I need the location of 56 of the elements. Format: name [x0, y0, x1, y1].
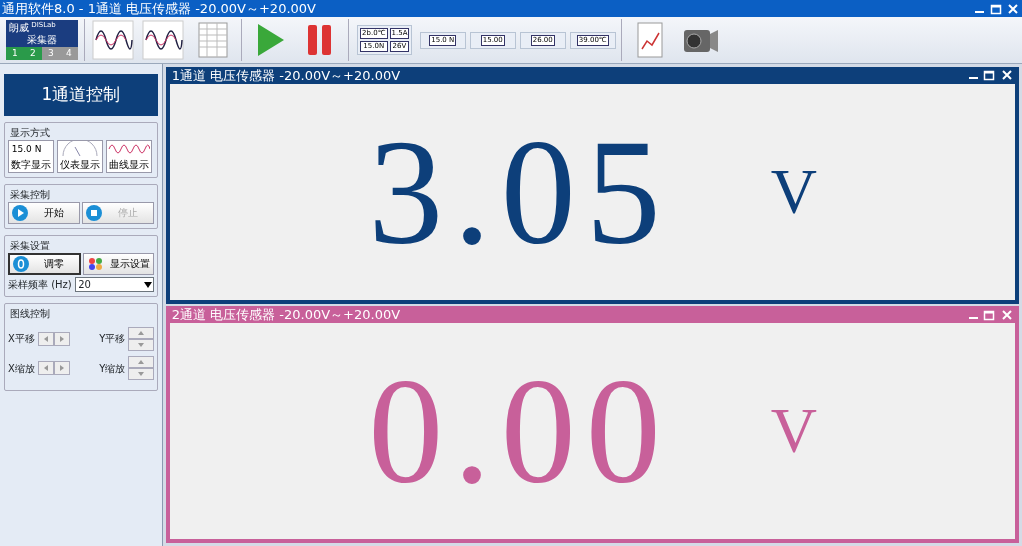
- settings-button[interactable]: 调零: [8, 252, 81, 275]
- channel-indicator: 4: [59, 46, 78, 60]
- group-title: 采集控制: [8, 186, 52, 202]
- group-title: 显示方式: [8, 124, 52, 140]
- digital-preview: 15.0 N: [10, 142, 43, 156]
- window-title: 通用软件8.0 - 1通道 电压传感器 -20.00V～+20.00V: [2, 0, 316, 17]
- left-arrow-button-icon: [37, 331, 54, 346]
- settings-button[interactable]: 显示设置: [83, 252, 154, 275]
- display-mode-button[interactable]: 曲线显示: [105, 139, 152, 173]
- play-icon: [12, 204, 28, 221]
- maximize-icon: [983, 69, 995, 82]
- close-icon: [1000, 308, 1013, 321]
- waveform-icon: [141, 20, 184, 60]
- close-icon: [1007, 2, 1020, 15]
- channel-indicator: 2: [23, 46, 42, 60]
- panel-title: 2通道 电压传感器 -20.00V～+20.00V: [171, 306, 401, 324]
- down-arrow-button-icon: [128, 368, 154, 381]
- panel-title: 1通道控制: [4, 74, 158, 116]
- minimize-icon: [968, 316, 978, 319]
- group-title: 图线控制: [8, 306, 52, 322]
- waveform-icon: [91, 20, 134, 60]
- display-mode-button[interactable]: 15.0 N 数字显示: [8, 139, 54, 173]
- axis-label: X缩放: [8, 361, 35, 376]
- report-icon: [634, 21, 665, 59]
- maximize-icon: [983, 308, 995, 321]
- group-title: 采集设置: [8, 237, 52, 253]
- dropdown-arrow-icon: [143, 280, 153, 289]
- minimize-icon: [968, 77, 978, 80]
- left-arrow-button-icon: [37, 361, 54, 376]
- up-arrow-button-icon: [128, 326, 154, 339]
- channel-indicator: 1: [5, 46, 24, 60]
- unit-label: V: [770, 399, 817, 464]
- close-icon: [1000, 69, 1013, 82]
- device-label: 采集器: [25, 35, 58, 45]
- axis-label: Y缩放: [99, 361, 126, 376]
- unit-label: V: [770, 159, 817, 224]
- panel-title: 1通道 电压传感器 -20.00V～+20.00V: [171, 66, 401, 84]
- minimize-icon: [975, 10, 985, 13]
- axis-label: X平移: [8, 332, 35, 347]
- reading-value: 3.05: [368, 116, 671, 267]
- display-mode-button[interactable]: 仪表显示: [56, 139, 103, 173]
- maximize-icon: [989, 2, 1002, 15]
- acquisition-button[interactable]: 开始: [8, 201, 80, 224]
- zero-icon: [13, 255, 29, 272]
- channel-indicator: 3: [41, 46, 60, 60]
- stop-icon: [86, 204, 103, 221]
- table-icon: [196, 21, 229, 59]
- down-arrow-button-icon: [128, 338, 154, 351]
- axis-label: Y平移: [99, 332, 126, 347]
- rate-dropdown[interactable]: 20: [74, 277, 154, 293]
- right-arrow-button-icon: [53, 331, 70, 346]
- right-arrow-button-icon: [53, 361, 70, 376]
- field-label: 采样频率 (Hz): [8, 278, 72, 293]
- brand-text: 朗威: [8, 21, 29, 34]
- up-arrow-button-icon: [128, 356, 154, 369]
- reading-value: 0.00: [368, 356, 671, 507]
